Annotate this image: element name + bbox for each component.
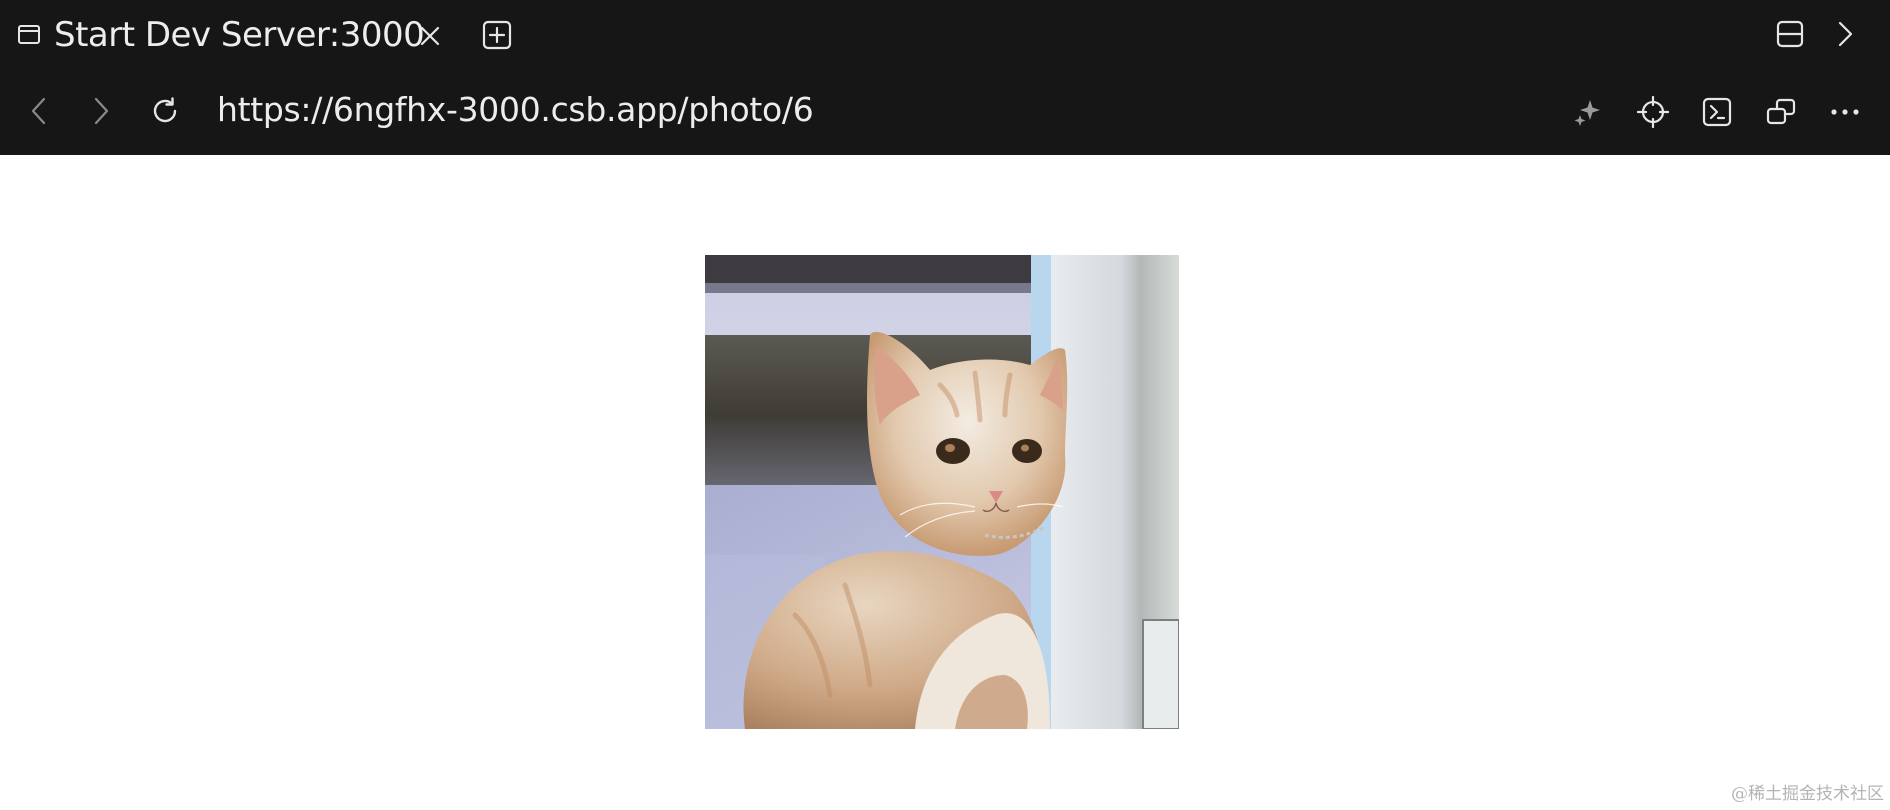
tab-bar: Start Dev Server:3000 [0, 0, 1890, 70]
tab-title: Start Dev Server:3000 [54, 15, 425, 55]
browser-window-icon [18, 25, 40, 44]
windows-icon[interactable] [1765, 96, 1797, 128]
sparkle-icon[interactable] [1572, 96, 1604, 128]
cat-photo [705, 255, 1179, 729]
chevron-right-icon[interactable] [1834, 20, 1856, 48]
page-content: @稀土掘金技术社区 [0, 155, 1890, 810]
more-icon[interactable] [1829, 96, 1861, 128]
split-view-icon[interactable] [1776, 20, 1804, 48]
url-field[interactable]: https://6ngfhx-3000.csb.app/photo/6 [217, 90, 814, 130]
crosshair-icon[interactable] [1637, 96, 1669, 128]
browser-chrome: Start Dev Server:3000 https://6ngfhx-300… [0, 0, 1890, 155]
forward-arrow-icon[interactable] [86, 96, 116, 126]
watermark: @稀土掘金技术社区 [1731, 784, 1884, 804]
address-bar: https://6ngfhx-3000.csb.app/photo/6 [0, 70, 1890, 155]
back-arrow-icon[interactable] [24, 96, 54, 126]
close-tab-button[interactable] [418, 24, 442, 48]
new-tab-button[interactable] [482, 20, 512, 50]
terminal-icon[interactable] [1701, 96, 1733, 128]
reload-icon[interactable] [150, 96, 180, 126]
